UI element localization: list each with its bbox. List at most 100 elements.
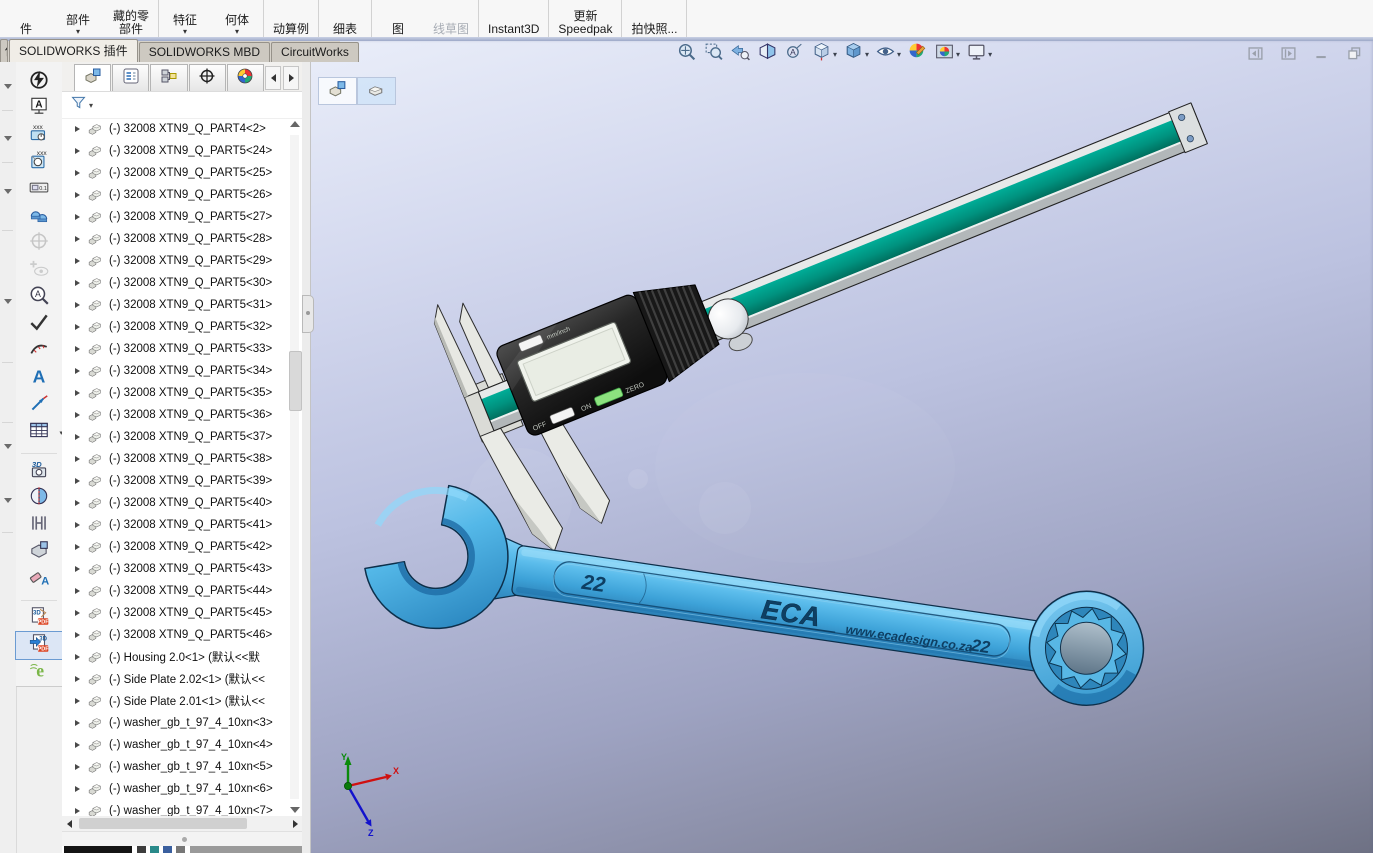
headsup-button[interactable]: ▾ <box>904 41 931 67</box>
headsup-button[interactable]: ▾ <box>872 41 904 67</box>
toolbar-button[interactable]: e ▾ <box>16 659 62 686</box>
toolbar-button[interactable]: A ▾ <box>16 566 62 593</box>
headsup-button[interactable]: ▾ <box>673 41 700 67</box>
ribbon-button[interactable]: 拍快照... ▾ <box>622 0 688 37</box>
manager-tab[interactable] <box>188 64 226 91</box>
toolbar-button[interactable]: A ▾ <box>16 284 62 311</box>
tree-item[interactable]: (-) 32008 XTN9_Q_PART5<43> <box>62 558 302 580</box>
tree-item[interactable]: (-) washer_gb_t_97_4_10xn<4> <box>62 734 302 756</box>
tree-item[interactable]: (-) 32008 XTN9_Q_PART5<28> <box>62 228 302 250</box>
headsup-button[interactable]: ▾ <box>754 41 781 67</box>
expand-arrow-icon[interactable] <box>75 324 87 330</box>
toolbar-button[interactable]: ▾ <box>16 257 62 284</box>
toolbar-button[interactable]: xxx ▾ <box>16 122 62 149</box>
tree-item[interactable]: (-) 32008 XTN9_Q_PART5<31> <box>62 294 302 316</box>
tree-item[interactable]: (-) washer_gb_t_97_4_10xn<7> <box>62 800 302 816</box>
expand-arrow-icon[interactable] <box>75 698 87 704</box>
tree-item[interactable]: (-) 32008 XTN9_Q_PART4<2> <box>62 118 302 140</box>
tree-item[interactable]: (-) Side Plate 2.02<1> (默认<< <box>62 668 302 690</box>
splitter-grip[interactable] <box>302 295 314 333</box>
tree-item[interactable]: (-) 32008 XTN9_Q_PART5<41> <box>62 514 302 536</box>
expand-arrow-icon[interactable] <box>75 764 87 770</box>
expand-arrow-icon[interactable] <box>75 346 87 352</box>
tree-item[interactable]: (-) washer_gb_t_97_4_10xn<6> <box>62 778 302 800</box>
flyout-arrow-icon[interactable] <box>4 136 12 141</box>
flyout-arrow-icon[interactable] <box>4 299 12 304</box>
expand-arrow-icon[interactable] <box>75 742 87 748</box>
toolbar-button[interactable]: ▾ <box>16 338 62 365</box>
toolbar-button[interactable]: A ▾ <box>16 365 62 392</box>
tree-item[interactable]: (-) 32008 XTN9_Q_PART5<26> <box>62 184 302 206</box>
tree-item[interactable]: (-) 32008 XTN9_Q_PART5<39> <box>62 470 302 492</box>
tree-item[interactable]: (-) 32008 XTN9_Q_PART5<27> <box>62 206 302 228</box>
ribbon-button[interactable]: 部件 ▾ <box>52 0 104 37</box>
toolbar-button[interactable]: ▾ <box>16 539 62 566</box>
expand-arrow-icon[interactable] <box>75 478 87 484</box>
orientation-triad[interactable]: Y X Z <box>341 752 399 838</box>
expand-arrow-icon[interactable] <box>75 280 87 286</box>
commandmanager-tab[interactable]: SOLIDWORKS MBD <box>138 42 271 62</box>
flyout-arrow-icon[interactable] <box>4 498 12 503</box>
expand-arrow-icon[interactable] <box>75 302 87 308</box>
expand-arrow-icon[interactable] <box>75 588 87 594</box>
scroll-up-icon[interactable] <box>290 121 300 127</box>
tree-item[interactable]: (-) 32008 XTN9_Q_PART5<33> <box>62 338 302 360</box>
ribbon-button[interactable]: 件 ▾ <box>0 0 52 37</box>
dropdown-caret-icon[interactable]: ▾ <box>988 50 992 59</box>
scroll-down-icon[interactable] <box>290 807 300 813</box>
manager-tab[interactable] <box>112 64 150 91</box>
expand-arrow-icon[interactable] <box>75 214 87 220</box>
ribbon-button[interactable]: 特征 ▾ <box>159 0 211 37</box>
window-control-button[interactable] <box>1346 45 1363 67</box>
headsup-button[interactable]: ▾ <box>808 41 840 67</box>
expand-arrow-icon[interactable] <box>75 808 87 814</box>
dropdown-caret-icon[interactable]: ▾ <box>865 50 869 59</box>
expand-arrow-icon[interactable] <box>75 368 87 374</box>
tree-item[interactable]: (-) 32008 XTN9_Q_PART5<37> <box>62 426 302 448</box>
expand-arrow-icon[interactable] <box>75 170 87 176</box>
dropdown-caret-icon[interactable]: ▾ <box>833 50 837 59</box>
ribbon-button[interactable]: 藏的零 部件 ▾ <box>104 0 160 37</box>
expand-arrow-icon[interactable] <box>75 632 87 638</box>
headsup-button[interactable]: ▾ <box>700 41 727 67</box>
tree-item[interactable]: (-) 32008 XTN9_Q_PART5<30> <box>62 272 302 294</box>
toolbar-button[interactable]: 3DPDF ▾ <box>15 631 63 660</box>
manager-tab[interactable] <box>74 64 112 91</box>
panel-bottom-splitter[interactable] <box>62 831 302 846</box>
filter-funnel-icon[interactable] <box>70 94 87 116</box>
expand-arrow-icon[interactable] <box>75 390 87 396</box>
tree-item[interactable]: (-) 32008 XTN9_Q_PART5<24> <box>62 140 302 162</box>
scroll-left-button[interactable] <box>62 816 76 831</box>
toolbar-button[interactable]: ▾ <box>16 311 62 338</box>
tree-item[interactable]: (-) 32008 XTN9_Q_PART5<42> <box>62 536 302 558</box>
scroll-right-button[interactable] <box>288 816 302 831</box>
headsup-button[interactable]: ▾ <box>840 41 872 67</box>
tree-item[interactable]: (-) Side Plate 2.01<1> (默认<< <box>62 690 302 712</box>
dropdown-caret-icon[interactable]: ▾ <box>956 50 960 59</box>
toolbar-button[interactable]: ▾ <box>16 230 62 257</box>
commandmanager-tab[interactable]: SOLIDWORKS 插件 <box>9 39 138 62</box>
tree-vertical-scrollbar[interactable] <box>288 119 302 815</box>
expand-arrow-icon[interactable] <box>75 456 87 462</box>
expand-arrow-icon[interactable] <box>75 654 87 660</box>
flyout-arrow-icon[interactable] <box>4 444 12 449</box>
ribbon-button[interactable]: 图 ▾ <box>372 0 424 37</box>
filter-caret-icon[interactable]: ▾ <box>89 101 93 110</box>
expand-arrow-icon[interactable] <box>75 236 87 242</box>
headsup-button[interactable]: ▾ <box>931 41 963 67</box>
toolbar-button[interactable]: 3DPDF ▾ <box>16 605 62 632</box>
ribbon-button[interactable]: Instant3D ▾ <box>479 0 550 37</box>
expand-arrow-icon[interactable] <box>75 720 87 726</box>
expand-arrow-icon[interactable] <box>75 786 87 792</box>
dropdown-caret-icon[interactable]: ▾ <box>183 28 187 36</box>
ribbon-button[interactable]: 线草图 ▾ <box>424 0 480 37</box>
toolbar-button[interactable]: xxx ▾ <box>16 149 62 176</box>
toolbar-button[interactable]: ▾ <box>16 485 62 512</box>
tree-item[interactable]: (-) 32008 XTN9_Q_PART5<25> <box>62 162 302 184</box>
expand-arrow-icon[interactable] <box>75 434 87 440</box>
toolbar-button[interactable]: 0.1 ▾ <box>16 176 62 203</box>
window-control-button[interactable] <box>1313 45 1330 67</box>
headsup-button[interactable]: A ▾ <box>781 41 808 67</box>
toolbar-button[interactable]: ▾ <box>16 68 62 95</box>
tab-scroll-right-button[interactable] <box>283 66 300 90</box>
